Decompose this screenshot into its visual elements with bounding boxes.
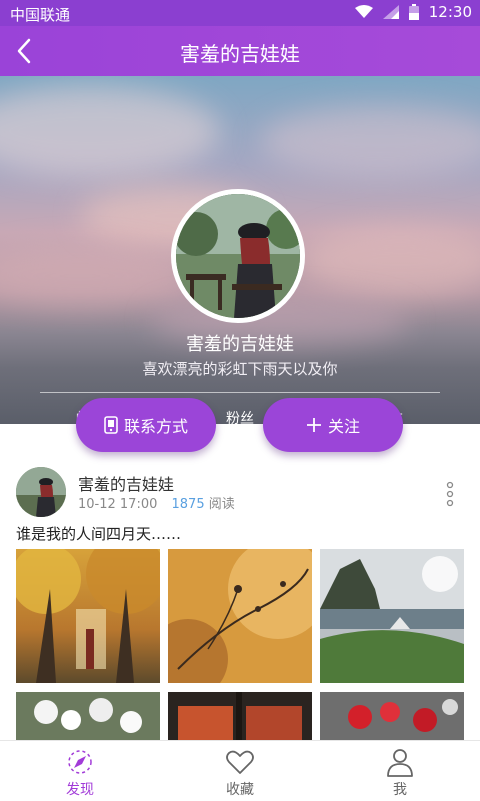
post-text: 谁是我的人间四月天…… <box>16 525 182 543</box>
post-image[interactable] <box>16 692 160 740</box>
plus-icon <box>306 418 321 432</box>
follow-button[interactable]: 关注 <box>263 398 403 452</box>
person-icon <box>387 749 413 777</box>
app-bar: 害羞的吉娃娃 <box>0 26 480 76</box>
profile-name: 害羞的吉娃娃 <box>186 334 294 355</box>
heart-icon <box>226 750 254 774</box>
contact-button[interactable]: 联系方式 <box>76 398 216 452</box>
clock: 12:30 <box>428 3 472 21</box>
page-title: 害羞的吉娃娃 <box>180 42 300 66</box>
tab-discover[interactable]: 发现 <box>0 741 160 801</box>
post-author-name[interactable]: 害羞的吉娃娃 <box>78 471 174 495</box>
status-bar: 中国联通 12:30 <box>0 0 480 26</box>
battery-icon <box>408 4 419 20</box>
wifi-icon <box>354 5 373 18</box>
bottom-tab-bar: 发现 收藏 我 <box>0 740 480 801</box>
post-image[interactable] <box>168 692 312 740</box>
post-image[interactable] <box>320 692 464 740</box>
tab-label: 我 <box>393 782 407 798</box>
profile-bio: 喜欢漂亮的彩虹下雨天以及你 <box>142 360 338 378</box>
post-image[interactable] <box>320 549 464 683</box>
profile-avatar[interactable] <box>171 189 305 323</box>
tab-label: 发现 <box>66 782 94 798</box>
compass-icon <box>68 750 92 774</box>
follow-button-label: 关注 <box>327 417 360 436</box>
post-image[interactable] <box>168 549 312 683</box>
stats-divider <box>40 392 440 393</box>
post-date: 10-12 17:00 <box>78 497 158 512</box>
profile-header: 害羞的吉娃娃 喜欢漂亮的彩虹下雨天以及你 帖子 6 粉丝 126 关注 10 <box>0 76 480 424</box>
post-image[interactable] <box>16 549 160 683</box>
post-author-avatar[interactable] <box>16 467 66 517</box>
tab-label: 收藏 <box>226 782 254 798</box>
signal-icon <box>382 5 399 19</box>
contact-button-label: 联系方式 <box>123 417 188 436</box>
tab-me[interactable]: 我 <box>320 741 480 801</box>
more-options-icon[interactable] <box>440 479 460 509</box>
post-meta: 10-12 17:00 1875 阅读 <box>78 493 235 512</box>
post-reads-label: 阅读 <box>208 497 235 512</box>
tab-favorites[interactable]: 收藏 <box>160 741 320 801</box>
post-reads-count: 1875 <box>171 497 205 512</box>
carrier-name: 中国联通 <box>10 6 71 24</box>
phone-icon <box>104 416 118 434</box>
status-icons: 12:30 <box>354 3 472 21</box>
